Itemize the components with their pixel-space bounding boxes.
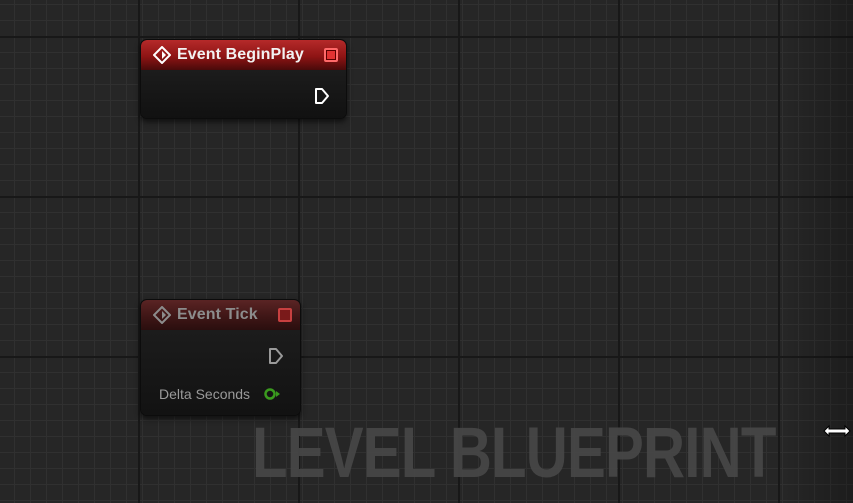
- level-blueprint-watermark: LEVEL BLUEPRINT: [252, 414, 776, 493]
- node-body: [141, 330, 300, 415]
- event-tick-node[interactable]: Event Tick Delta Seconds: [140, 299, 301, 416]
- event-diamond-icon: [153, 306, 171, 324]
- node-title: Event BeginPlay: [177, 46, 304, 63]
- delta-seconds-label: Delta Seconds: [159, 386, 251, 402]
- float-output-pin-icon[interactable]: [263, 388, 281, 400]
- resize-horizontal-cursor-icon: [823, 424, 851, 438]
- node-header[interactable]: Event BeginPlay: [141, 40, 346, 70]
- delegate-pin-icon[interactable]: [278, 308, 292, 322]
- event-diamond-icon: [153, 46, 171, 64]
- exec-output-pin-icon[interactable]: [268, 347, 284, 365]
- node-header[interactable]: Event Tick: [141, 300, 300, 330]
- node-title: Event Tick: [177, 306, 258, 323]
- delegate-pin-icon[interactable]: [324, 48, 338, 62]
- event-beginplay-node[interactable]: Event BeginPlay: [140, 39, 347, 119]
- exec-output-pin-icon[interactable]: [314, 87, 330, 105]
